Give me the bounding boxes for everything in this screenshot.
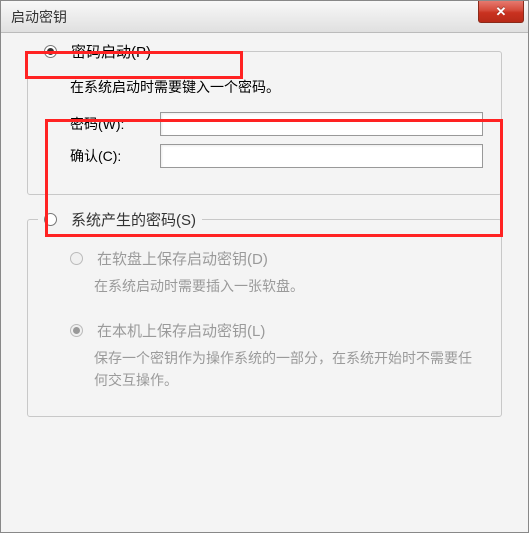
floppy-option-label: 在软盘上保存启动密钥(D)	[97, 248, 268, 269]
titlebar: 启动密钥 ✕	[1, 1, 528, 33]
password-startup-desc: 在系统启动时需要键入一个密码。	[70, 76, 483, 98]
close-button[interactable]: ✕	[478, 1, 524, 23]
confirm-input[interactable]	[160, 144, 483, 168]
system-password-group: 系统产生的密码(S) 在软盘上保存启动密钥(D) 在系统启动时需要插入一张软盘。…	[27, 219, 502, 416]
password-input[interactable]	[160, 112, 483, 136]
radio-floppy	[70, 252, 91, 265]
floppy-option-desc: 在系统启动时需要插入一张软盘。	[94, 275, 483, 297]
radio-system-password[interactable]	[44, 213, 65, 226]
password-startup-label: 密码启动(P)	[71, 41, 151, 62]
radio-password-startup[interactable]	[44, 45, 65, 58]
confirm-row: 确认(C):	[70, 144, 483, 168]
local-option-desc: 保存一个密钥作为操作系统的一部分，在系统开始时不需要任何交互操作。	[94, 347, 483, 392]
local-option-label: 在本机上保存启动密钥(L)	[97, 320, 265, 341]
confirm-label: 确认(C):	[70, 146, 160, 166]
dialog-content: 密码启动(P) 在系统启动时需要键入一个密码。 密码(W): 确认(C): 系统…	[1, 33, 528, 532]
window-title: 启动密钥	[11, 7, 67, 27]
password-label: 密码(W):	[70, 114, 160, 134]
radio-icon	[70, 324, 83, 337]
close-icon: ✕	[496, 4, 507, 20]
password-row: 密码(W):	[70, 112, 483, 136]
local-option: 在本机上保存启动密钥(L)	[70, 320, 483, 341]
radio-local	[70, 324, 91, 337]
floppy-option: 在软盘上保存启动密钥(D)	[70, 248, 483, 269]
radio-icon	[44, 213, 57, 226]
password-startup-group: 密码启动(P) 在系统启动时需要键入一个密码。 密码(W): 确认(C):	[27, 51, 502, 195]
radio-icon	[44, 45, 57, 58]
system-password-label: 系统产生的密码(S)	[71, 209, 196, 230]
radio-icon	[70, 252, 83, 265]
password-startup-legend[interactable]: 密码启动(P)	[38, 41, 157, 62]
dialog-window: 启动密钥 ✕ 密码启动(P) 在系统启动时需要键入一个密码。 密码(W): 确认…	[0, 0, 529, 533]
system-password-legend[interactable]: 系统产生的密码(S)	[38, 209, 202, 230]
